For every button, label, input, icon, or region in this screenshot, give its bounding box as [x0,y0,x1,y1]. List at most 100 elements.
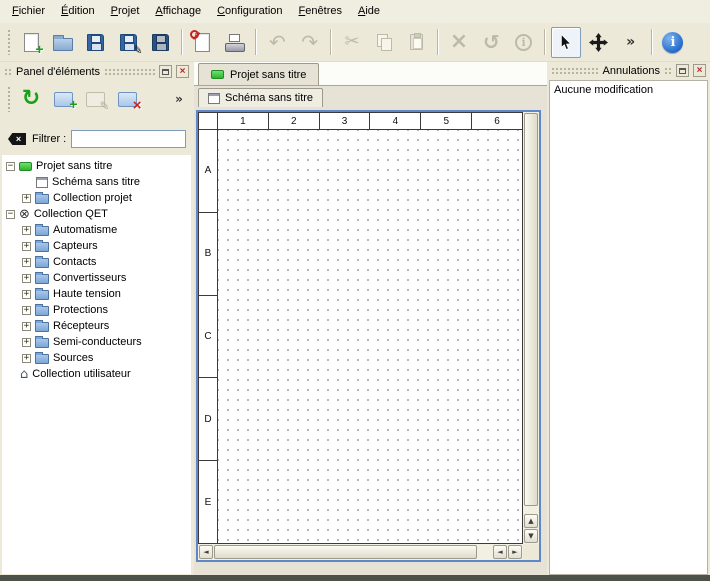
paste-button[interactable] [402,27,432,58]
horizontal-scrollbar[interactable]: ◄ ◄ ► [198,544,523,560]
toolbar-drag-handle[interactable] [7,86,12,112]
menu-projet[interactable]: Projet [103,0,148,23]
cut-button[interactable]: ✂ [337,27,367,58]
edit-element-button[interactable]: ✎ [80,84,110,114]
close-icon: × [697,66,703,76]
diagram-grid-canvas[interactable] [218,130,522,543]
tree-expand-icon[interactable]: + [22,258,31,267]
redo-button[interactable]: ↷ [295,27,325,58]
select-mode-button[interactable] [551,27,581,58]
undo-panel-close-button[interactable]: × [693,64,706,77]
save-button[interactable] [81,27,111,58]
tree-expand-icon[interactable]: + [22,306,31,315]
vertical-scrollbar[interactable]: ▲ ▼ [523,112,539,544]
menu-configuration[interactable]: Configuration [209,0,290,23]
clear-filter-button[interactable]: × [7,131,27,147]
tree-item-recepteurs[interactable]: + Récepteurs [2,318,191,334]
tree-expand-icon[interactable]: + [22,274,31,283]
save-all-button[interactable] [145,27,175,58]
tree-item-automatisme[interactable]: + Automatisme [2,222,191,238]
menu-edition[interactable]: Édition [53,0,103,23]
copy-button[interactable] [369,27,399,58]
column-header: 1 [218,113,269,129]
application-window: Fichier Édition Projet Affichage Configu… [0,0,710,581]
folder-icon [35,258,49,268]
menu-affichage[interactable]: Affichage [147,0,209,23]
project-tab[interactable]: Projet sans titre [198,63,319,85]
menu-fichier[interactable]: Fichier [4,0,53,23]
tree-expand-icon[interactable]: + [22,242,31,251]
tree-expand-icon[interactable]: + [22,354,31,363]
scroll-left-button[interactable]: ◄ [199,545,213,559]
save-as-button[interactable]: ✎ [113,27,143,58]
element-info-button[interactable]: i [508,27,538,58]
tree-item-capteurs[interactable]: + Capteurs [2,238,191,254]
diagram-sheet[interactable]: 1 2 3 4 5 6 A B C D E [198,112,523,544]
tree-expand-icon[interactable]: + [22,338,31,347]
tree-collapse-icon[interactable]: − [6,162,15,171]
tree-item-label: Collection utilisateur [32,368,130,380]
delete-element-button[interactable]: × [112,84,142,114]
menu-fenetres[interactable]: Fenêtres [291,0,350,23]
scroll-left-button-2[interactable]: ◄ [493,545,507,559]
tree-item-semi-conducteurs[interactable]: + Semi-conducteurs [2,334,191,350]
pencil-badge-icon: ✎ [132,44,142,56]
tree-collapse-icon[interactable]: − [6,210,15,219]
tree-item-contacts[interactable]: + Contacts [2,254,191,270]
scroll-up-button[interactable]: ▲ [524,514,538,528]
tree-item-haute-tension[interactable]: + Haute tension [2,286,191,302]
horizontal-scrollbar-thumb[interactable] [214,545,477,559]
tree-item-collection-utilisateur[interactable]: ⌂ Collection utilisateur [2,366,191,382]
schema-tab[interactable]: Schéma sans titre [198,88,323,107]
scroll-right-button[interactable]: ► [508,545,522,559]
undo-button[interactable]: ↶ [262,27,292,58]
close-file-icon [195,33,210,52]
undo-history-list[interactable]: Aucune modification [549,80,708,575]
dock-texture [664,67,672,74]
pan-mode-button[interactable] [583,27,613,58]
project-icon [211,70,224,79]
arrow-down-icon: ▼ [528,533,533,540]
tree-expand-icon[interactable]: + [22,226,31,235]
tree-expand-icon[interactable]: + [22,194,31,203]
about-button[interactable]: i [658,27,688,58]
new-element-icon: + [54,92,73,107]
close-file-button[interactable] [188,27,218,58]
scroll-down-button[interactable]: ▼ [524,529,538,543]
save-all-icon [152,34,169,51]
tree-expand-icon[interactable]: + [22,290,31,299]
elements-panel-close-button[interactable]: × [176,65,189,78]
sheet-body: A B C D E [199,130,522,543]
tree-expand-icon[interactable]: + [22,322,31,331]
delete-button[interactable]: × [444,27,474,58]
tree-item-project[interactable]: − Projet sans titre [2,158,191,174]
open-project-button[interactable] [48,27,78,58]
toolbar-drag-handle[interactable] [7,29,12,55]
new-document-icon: + [24,33,39,52]
tree-item-sources[interactable]: + Sources [2,350,191,366]
rotate-button[interactable]: ↺ [476,27,506,58]
tree-item-schema[interactable]: Schéma sans titre [2,174,191,190]
print-button[interactable] [220,27,250,58]
elements-panel-float-button[interactable] [159,65,172,78]
elements-panel-titlebar[interactable]: Panel d'éléments × [2,63,191,80]
chevron-double-right-icon: » [626,35,635,49]
dock-texture [104,68,155,75]
filter-input[interactable] [71,130,186,148]
vertical-scrollbar-thumb[interactable] [524,113,538,506]
panel-overflow-button[interactable]: » [170,84,188,114]
edit-element-icon: ✎ [86,92,105,107]
undo-panel-titlebar[interactable]: Annulations × [549,62,708,79]
tree-item-protections[interactable]: + Protections [2,302,191,318]
tree-item-collection-qet[interactable]: − ⊗ Collection QET [2,206,191,222]
menu-aide[interactable]: Aide [350,0,388,23]
undo-panel-float-button[interactable] [676,64,689,77]
new-element-button[interactable]: + [48,84,78,114]
toolbar-overflow-button[interactable]: » [615,27,645,58]
tree-item-convertisseurs[interactable]: + Convertisseurs [2,270,191,286]
tree-item-collection-projet[interactable]: + Collection projet [2,190,191,206]
new-document-button[interactable]: + [16,27,46,58]
schema-view-window: 1 2 3 4 5 6 A B C D E [196,110,541,562]
reload-collections-button[interactable]: ↻ [16,84,46,114]
pencil-badge-icon: ✎ [99,100,109,112]
